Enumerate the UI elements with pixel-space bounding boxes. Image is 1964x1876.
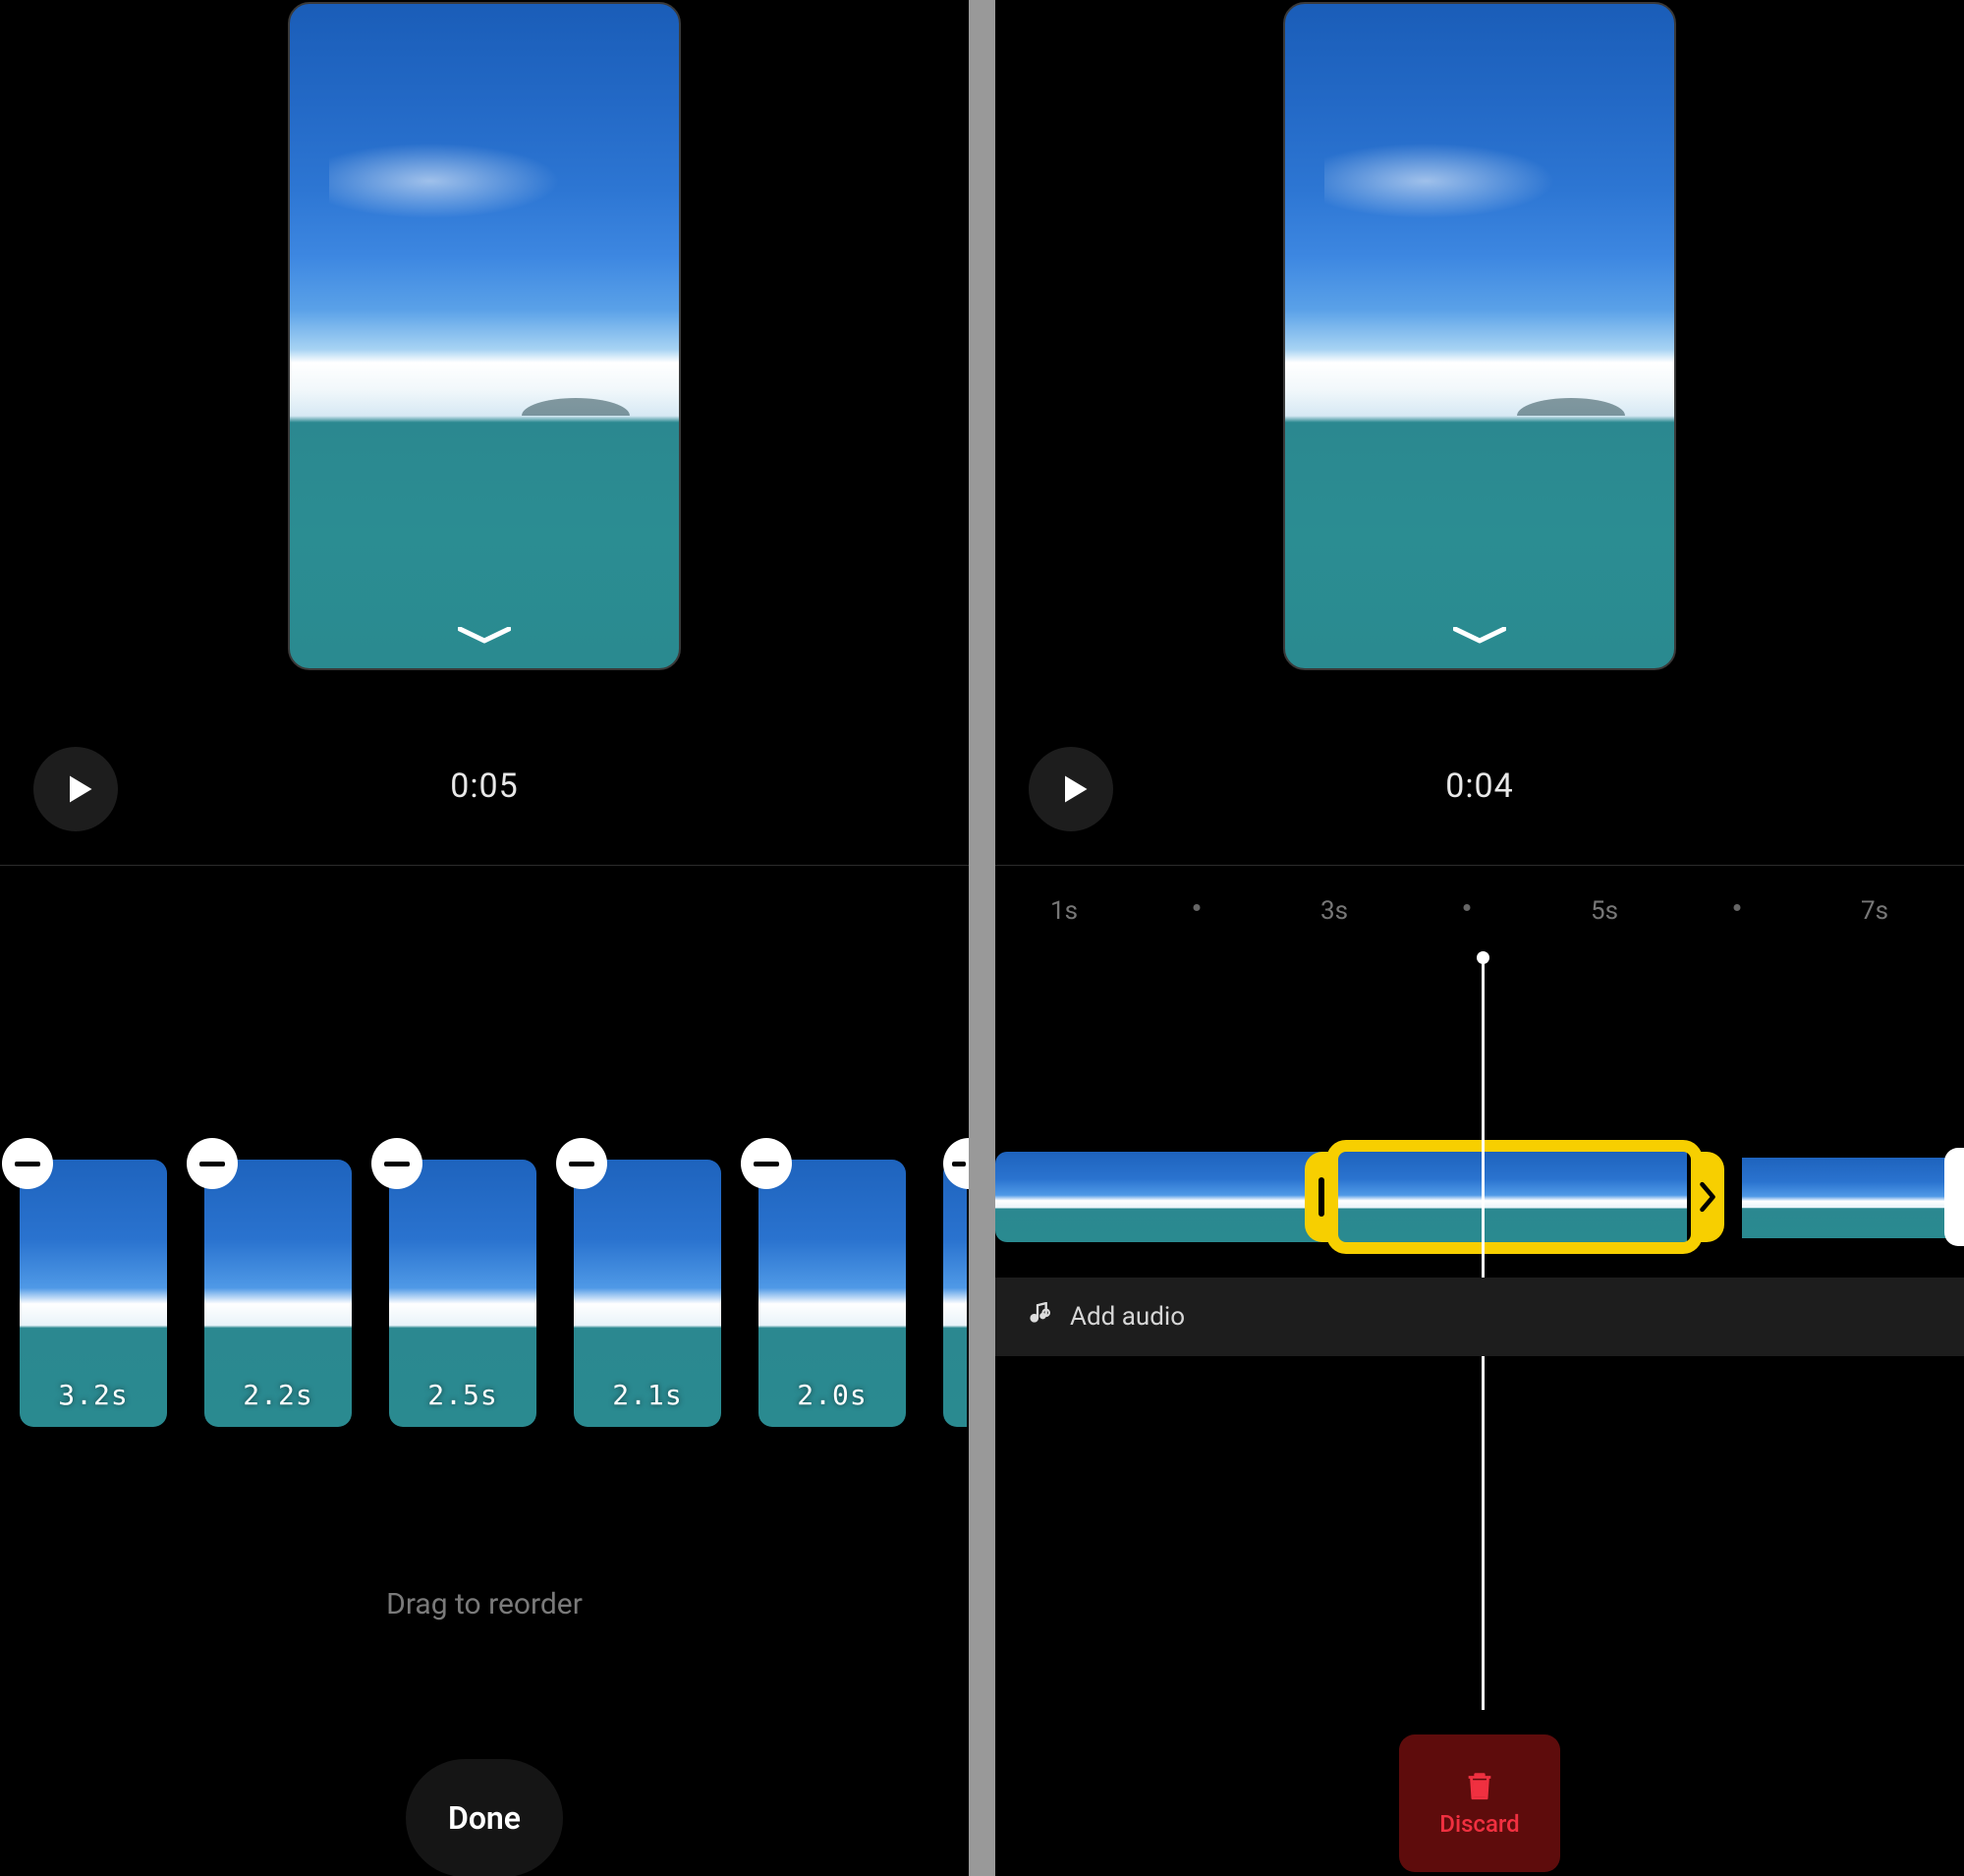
clip-thumbnail: [943, 1160, 967, 1427]
done-button[interactable]: Done: [406, 1759, 563, 1876]
clip-item[interactable]: 2.2s: [204, 1160, 352, 1427]
ruler-dot: [1734, 904, 1741, 911]
clip-item[interactable]: 2.5s: [389, 1160, 536, 1427]
playback-time: 0:04: [1445, 767, 1514, 806]
clip-duration: 2.0s: [758, 1379, 906, 1411]
clip-duration: 3.2s: [20, 1379, 167, 1411]
drag-hint: Drag to reorder: [0, 1587, 969, 1621]
timeline-frame: [1255, 1152, 1341, 1242]
video-preview[interactable]: [288, 2, 681, 670]
remove-clip-button[interactable]: [371, 1138, 422, 1189]
ruler-dot: [1464, 904, 1471, 911]
music-icon: [1025, 1302, 1050, 1332]
play-icon: [61, 771, 96, 807]
clip-item[interactable]: 3.2s: [20, 1160, 167, 1427]
chevron-down-icon[interactable]: [1453, 627, 1506, 647]
remove-clip-button[interactable]: [556, 1138, 607, 1189]
add-audio-button[interactable]: Add audio: [995, 1278, 1964, 1356]
ruler-tick: 7s: [1861, 896, 1888, 926]
clip-strip[interactable]: 3.2s 2.2s 2.5s 2.1s 2.0s: [20, 1160, 969, 1454]
done-button-label: Done: [448, 1799, 521, 1837]
discard-button[interactable]: Discard: [1399, 1734, 1560, 1872]
remove-clip-button[interactable]: [187, 1138, 238, 1189]
video-preview[interactable]: [1283, 2, 1676, 670]
timeline-frame: [1514, 1152, 1600, 1242]
mountain-decoration: [1517, 398, 1625, 416]
timeline-strip-after[interactable]: [1742, 1158, 1964, 1238]
timeline-frame: [1742, 1158, 1828, 1238]
divider: [995, 865, 1964, 866]
clip-duration: 2.2s: [204, 1379, 352, 1411]
timeline-frame: [1082, 1152, 1168, 1242]
discard-label: Discard: [1439, 1810, 1519, 1838]
play-button[interactable]: [33, 747, 118, 831]
playback-row: 0:04: [995, 747, 1964, 855]
divider: [0, 865, 969, 866]
clip-item[interactable]: 2.1s: [574, 1160, 721, 1427]
clip-item-partial[interactable]: [943, 1160, 967, 1427]
mountain-decoration: [522, 398, 630, 416]
timeline-end-handle[interactable]: [1944, 1148, 1964, 1246]
remove-clip-button[interactable]: [2, 1138, 53, 1189]
add-audio-label: Add audio: [1070, 1302, 1185, 1332]
timeline-frame: [1428, 1152, 1514, 1242]
clip-duration: 2.1s: [574, 1379, 721, 1411]
remove-clip-button[interactable]: [741, 1138, 792, 1189]
timeline-frame: [1341, 1152, 1428, 1242]
clip-item[interactable]: 2.0s: [758, 1160, 906, 1427]
ruler-tick: 3s: [1320, 896, 1348, 926]
timeline-frame: [1600, 1152, 1687, 1242]
reorder-clips-screen: 0:05 3.2s 2.2s 2.5s 2.1s 2.0s: [0, 0, 969, 1876]
clip-duration: 2.5s: [389, 1379, 536, 1411]
ruler-tick: 1s: [1050, 896, 1078, 926]
play-icon: [1056, 771, 1092, 807]
playback-row: 0:05: [0, 747, 969, 855]
timeline-frame: [1168, 1152, 1255, 1242]
ruler-dot: [1194, 904, 1201, 911]
ruler-tick: 5s: [1591, 896, 1618, 926]
trash-icon: [1463, 1769, 1496, 1802]
timeline-ruler: 1s 3s 5s 7s: [995, 896, 1964, 936]
timeline-frame: [1828, 1158, 1915, 1238]
play-button[interactable]: [1029, 747, 1113, 831]
trim-clip-screen: 0:04 1s 3s 5s 7s Add audio: [995, 0, 1964, 1876]
playback-time: 0:05: [450, 767, 519, 806]
chevron-down-icon[interactable]: [458, 627, 511, 647]
cloud-decoration: [329, 137, 582, 225]
timeline-frame: [995, 1152, 1082, 1242]
cloud-decoration: [1324, 137, 1577, 225]
